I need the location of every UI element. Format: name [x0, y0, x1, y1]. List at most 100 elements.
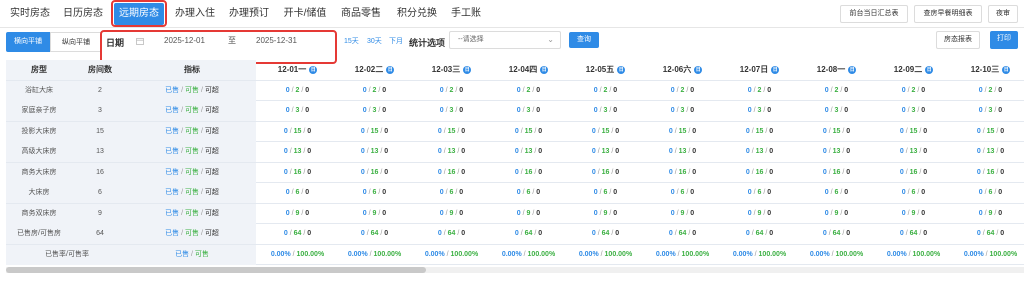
status-cell[interactable]: 0 / 2 / 0 — [336, 81, 413, 101]
status-cell[interactable]: 0 / 16 / 0 — [259, 163, 336, 183]
status-cell[interactable]: 0 / 9 / 0 — [490, 204, 567, 224]
header-date[interactable]: 12-03三日 — [413, 60, 490, 80]
status-cell[interactable]: 0 / 13 / 0 — [798, 142, 875, 162]
calendar-badge-icon[interactable]: 日 — [386, 65, 395, 74]
daily-summary-button[interactable]: 前台当日汇总表 — [840, 5, 908, 23]
query-button[interactable]: 查询 — [569, 32, 599, 48]
status-cell[interactable]: 0 / 2 / 0 — [644, 81, 721, 101]
status-cell[interactable]: 0 / 16 / 0 — [336, 163, 413, 183]
status-cell[interactable]: 0 / 64 / 0 — [413, 224, 490, 244]
status-cell[interactable]: 0 / 64 / 0 — [336, 224, 413, 244]
header-date[interactable]: 12-02二日 — [336, 60, 413, 80]
status-cell[interactable]: 0 / 64 / 0 — [644, 224, 721, 244]
tab-calendar-status[interactable]: 日历房态 — [58, 3, 108, 25]
calendar-badge-icon[interactable]: 日 — [617, 65, 626, 74]
status-cell[interactable]: 0 / 6 / 0 — [644, 183, 721, 203]
header-date[interactable]: 12-05五日 — [567, 60, 644, 80]
status-cell[interactable]: 0 / 15 / 0 — [875, 122, 952, 142]
tab-card-deposit[interactable]: 开卡/储值 — [280, 3, 330, 25]
status-cell[interactable]: 0 / 6 / 0 — [490, 183, 567, 203]
status-cell[interactable]: 0 / 6 / 0 — [336, 183, 413, 203]
tab-points-exchange[interactable]: 积分兑换 — [392, 3, 442, 25]
status-cell[interactable]: 0 / 15 / 0 — [721, 122, 798, 142]
status-cell[interactable]: 0 / 13 / 0 — [644, 142, 721, 162]
status-cell[interactable]: 0 / 3 / 0 — [644, 101, 721, 121]
header-date[interactable]: 12-06六日 — [644, 60, 721, 80]
stats-option-select[interactable]: --请选择 ⌄ — [449, 31, 561, 49]
status-cell[interactable]: 0 / 2 / 0 — [721, 81, 798, 101]
status-cell[interactable]: 0 / 3 / 0 — [490, 101, 567, 121]
scrollbar-thumb[interactable] — [6, 267, 426, 273]
status-cell[interactable]: 0 / 9 / 0 — [644, 204, 721, 224]
date-range-picker[interactable]: 2025-12-01 至 2025-12-31 — [130, 33, 335, 49]
horizontal-scrollbar[interactable] — [6, 267, 1024, 273]
header-date[interactable]: 12-09二日 — [875, 60, 952, 80]
status-cell[interactable]: 0 / 3 / 0 — [259, 101, 336, 121]
status-cell[interactable]: 0 / 13 / 0 — [336, 142, 413, 162]
print-button[interactable]: 打印 — [990, 31, 1018, 49]
status-cell[interactable]: 0 / 15 / 0 — [336, 122, 413, 142]
calendar-badge-icon[interactable]: 日 — [848, 65, 857, 74]
room-status-report-button[interactable]: 房态报表 — [936, 31, 980, 49]
status-cell[interactable]: 0 / 6 / 0 — [721, 183, 798, 203]
header-date[interactable]: 12-04四日 — [490, 60, 567, 80]
status-cell[interactable]: 0 / 3 / 0 — [875, 101, 952, 121]
status-cell[interactable]: 0 / 6 / 0 — [259, 183, 336, 203]
breakfast-detail-button[interactable]: 查房早餐明细表 — [914, 5, 982, 23]
header-date[interactable]: 12-08一日 — [798, 60, 875, 80]
status-cell[interactable]: 0 / 13 / 0 — [721, 142, 798, 162]
status-cell[interactable]: 0 / 9 / 0 — [875, 204, 952, 224]
status-cell[interactable]: 0 / 2 / 0 — [798, 81, 875, 101]
tab-realtime-status[interactable]: 实时房态 — [6, 3, 54, 25]
calendar-badge-icon[interactable]: 日 — [540, 65, 549, 74]
quick-next-month[interactable]: 下月 — [389, 36, 403, 46]
tab-manual-account[interactable]: 手工账 — [446, 3, 486, 25]
status-cell[interactable]: 0 / 3 / 0 — [798, 101, 875, 121]
status-cell[interactable]: 0 / 13 / 0 — [259, 142, 336, 162]
status-cell[interactable]: 0 / 16 / 0 — [875, 163, 952, 183]
status-cell[interactable]: 0 / 6 / 0 — [567, 183, 644, 203]
status-cell[interactable]: 0 / 15 / 0 — [644, 122, 721, 142]
status-cell[interactable]: 0 / 9 / 0 — [798, 204, 875, 224]
calendar-badge-icon[interactable]: 日 — [771, 65, 780, 74]
status-cell[interactable]: 0 / 64 / 0 — [875, 224, 952, 244]
date-to-input[interactable]: 2025-12-31 — [256, 33, 297, 49]
status-cell[interactable]: 0 / 16 / 0 — [567, 163, 644, 183]
status-cell[interactable]: 0 / 64 / 0 — [798, 224, 875, 244]
status-cell[interactable]: 0 / 9 / 0 — [413, 204, 490, 224]
status-cell[interactable]: 0 / 9 / 0 — [259, 204, 336, 224]
status-cell[interactable]: 0 / 13 / 0 — [567, 142, 644, 162]
status-cell[interactable]: 0 / 2 / 0 — [413, 81, 490, 101]
status-cell[interactable]: 0 / 6 / 0 — [413, 183, 490, 203]
header-date[interactable]: 12-01一日 — [259, 60, 336, 80]
status-cell[interactable]: 0 / 13 / 0 — [952, 142, 1024, 162]
status-cell[interactable]: 0 / 3 / 0 — [567, 101, 644, 121]
header-date[interactable]: 12-07日日 — [721, 60, 798, 80]
status-cell[interactable]: 0 / 6 / 0 — [875, 183, 952, 203]
night-audit-button[interactable]: 夜审 — [988, 5, 1018, 23]
status-cell[interactable]: 0 / 13 / 0 — [490, 142, 567, 162]
calendar-badge-icon[interactable]: 日 — [694, 65, 703, 74]
status-cell[interactable]: 0 / 16 / 0 — [721, 163, 798, 183]
status-cell[interactable]: 0 / 2 / 0 — [259, 81, 336, 101]
status-cell[interactable]: 0 / 64 / 0 — [490, 224, 567, 244]
horizontal-layout-toggle[interactable]: 横向平铺 — [6, 32, 50, 52]
status-cell[interactable]: 0 / 15 / 0 — [490, 122, 567, 142]
calendar-badge-icon[interactable]: 日 — [463, 65, 472, 74]
status-cell[interactable]: 0 / 13 / 0 — [413, 142, 490, 162]
status-cell[interactable]: 0 / 3 / 0 — [336, 101, 413, 121]
calendar-badge-icon[interactable]: 日 — [309, 65, 318, 74]
status-cell[interactable]: 0 / 9 / 0 — [721, 204, 798, 224]
status-cell[interactable]: 0 / 9 / 0 — [336, 204, 413, 224]
status-cell[interactable]: 0 / 3 / 0 — [952, 101, 1024, 121]
status-cell[interactable]: 0 / 15 / 0 — [952, 122, 1024, 142]
status-cell[interactable]: 0 / 2 / 0 — [875, 81, 952, 101]
status-cell[interactable]: 0 / 13 / 0 — [875, 142, 952, 162]
status-cell[interactable]: 0 / 15 / 0 — [413, 122, 490, 142]
header-date[interactable]: 12-10三日 — [952, 60, 1024, 80]
status-cell[interactable]: 0 / 3 / 0 — [413, 101, 490, 121]
status-cell[interactable]: 0 / 16 / 0 — [644, 163, 721, 183]
status-cell[interactable]: 0 / 2 / 0 — [567, 81, 644, 101]
vertical-layout-toggle[interactable]: 纵向平铺 — [50, 32, 102, 52]
calendar-badge-icon[interactable]: 日 — [925, 65, 934, 74]
